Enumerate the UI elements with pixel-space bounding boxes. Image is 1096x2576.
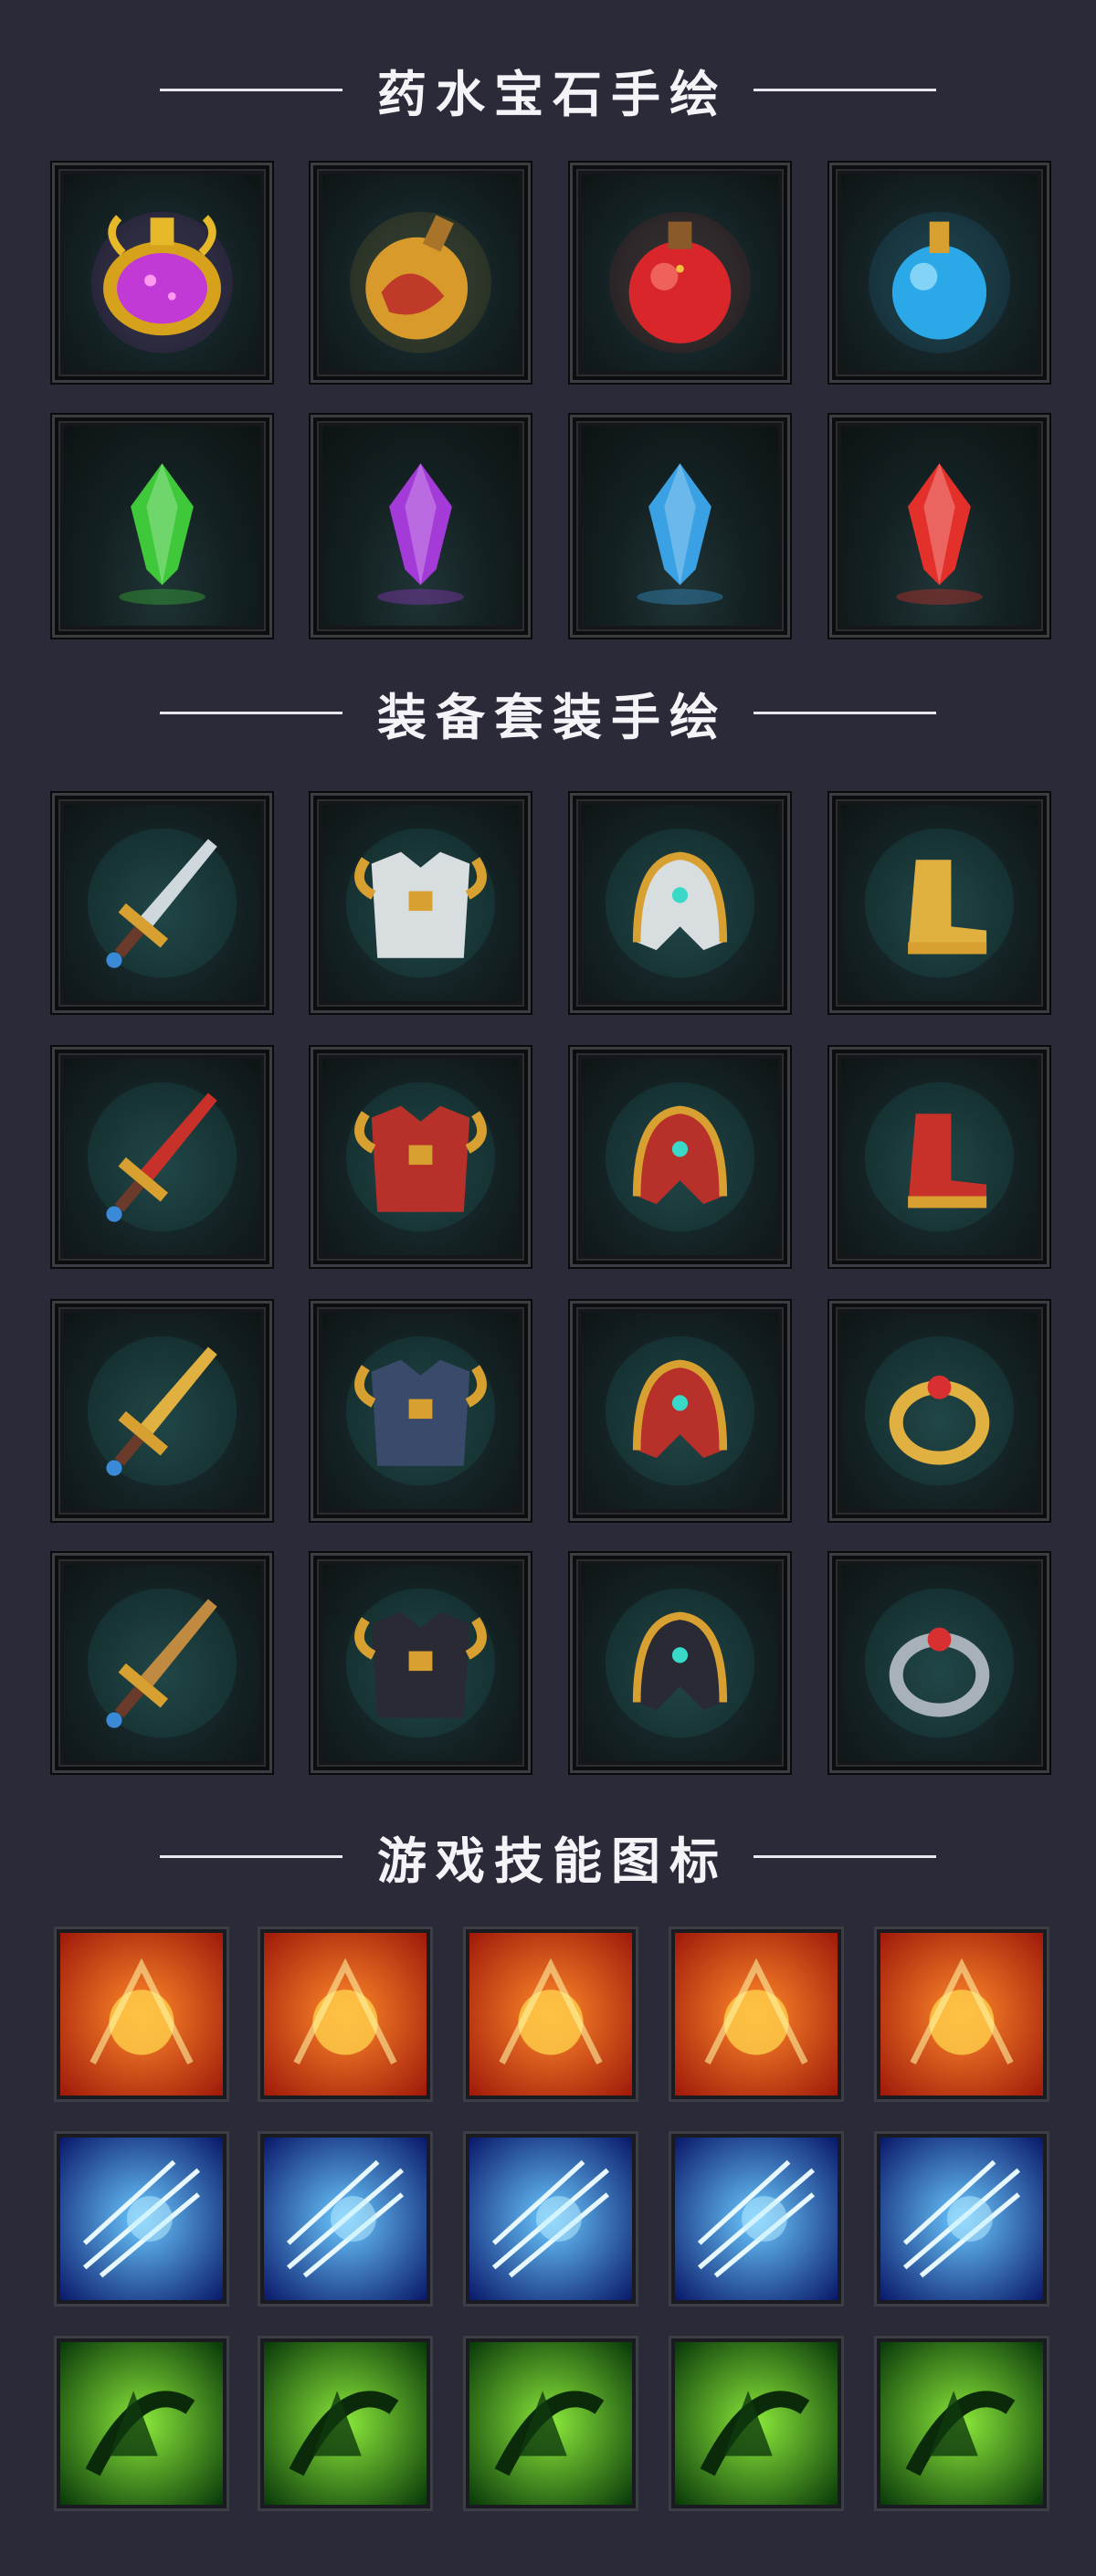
ice-arrows-icon[interactable]	[57, 2134, 227, 2304]
thorn-vine-icon[interactable]	[466, 2338, 636, 2508]
ice-blades-icon[interactable]	[466, 2134, 636, 2304]
section-title-skills: 游戏技能图标	[0, 1820, 1096, 1893]
steel-sword-icon	[64, 805, 260, 1001]
golden-sword-icon	[64, 1313, 260, 1509]
dark-chest-armor-icon	[322, 1565, 519, 1761]
red-crystal-icon	[841, 427, 1038, 626]
fire-strike-icon[interactable]	[57, 1929, 227, 2099]
blue-scale-armor-icon	[322, 1313, 519, 1509]
inventory-slot[interactable]	[52, 1553, 272, 1773]
title-line-left	[160, 88, 342, 91]
red-gold-helmet-icon	[582, 1059, 778, 1255]
inventory-slot[interactable]	[311, 1047, 531, 1267]
golden-ring-icon	[841, 1313, 1038, 1509]
inventory-slot[interactable]	[829, 1047, 1049, 1267]
horned-helmet-icon	[582, 1565, 778, 1761]
inventory-slot[interactable]	[311, 1553, 531, 1773]
section-title-potions-gems: 药水宝石手绘	[0, 53, 1096, 126]
red-gold-orb-potion-icon	[322, 174, 519, 371]
red-gold-chest-armor-icon	[322, 1059, 519, 1255]
inventory-slot[interactable]	[311, 163, 531, 383]
silver-ring-icon	[841, 1565, 1038, 1761]
blue-potion-flask-icon	[841, 174, 1038, 371]
vine-grab-icon[interactable]	[671, 2338, 841, 2508]
purple-crystal-icon	[322, 427, 519, 626]
title-line-right	[754, 1854, 936, 1858]
potion-gem-grid	[0, 0, 1096, 1]
section-title-equipment: 装备套装手绘	[0, 676, 1096, 749]
bronze-sword-icon	[64, 1565, 260, 1761]
silver-gold-chest-armor-icon	[322, 805, 519, 1001]
inventory-slot[interactable]	[52, 415, 272, 638]
inventory-slot[interactable]	[52, 793, 272, 1013]
inventory-slot[interactable]	[570, 163, 790, 383]
inventory-slot[interactable]	[311, 1301, 531, 1521]
golden-boots-icon	[841, 805, 1038, 1001]
title-line-right	[754, 711, 936, 714]
silver-gold-helmet-icon	[582, 805, 778, 1001]
page: 药水宝石手绘 装备套装手绘 游戏技能图标	[0, 0, 1096, 2576]
nature-boot-icon[interactable]	[877, 2338, 1047, 2508]
section-title-text: 游戏技能图标	[377, 1831, 728, 1890]
inventory-slot[interactable]	[570, 1301, 790, 1521]
inventory-slot[interactable]	[311, 793, 531, 1013]
inventory-slot[interactable]	[52, 1301, 272, 1521]
meteor-icon[interactable]	[260, 1929, 430, 2099]
lightning-icon[interactable]	[671, 2134, 841, 2304]
fire-eruption-icon[interactable]	[671, 1929, 841, 2099]
section-title-text: 药水宝石手绘	[377, 64, 728, 123]
inventory-slot[interactable]	[829, 1553, 1049, 1773]
ice-vortex-icon[interactable]	[260, 2134, 430, 2304]
inventory-slot[interactable]	[52, 1047, 272, 1267]
purple-gold-potion-icon	[64, 174, 260, 371]
title-line-left	[160, 1854, 342, 1858]
inventory-slot[interactable]	[829, 163, 1049, 383]
nature-dash-icon[interactable]	[57, 2338, 227, 2508]
inventory-slot[interactable]	[570, 1553, 790, 1773]
inventory-slot[interactable]	[829, 793, 1049, 1013]
ice-pillar-icon[interactable]	[877, 2134, 1047, 2304]
red-boots-icon	[841, 1059, 1038, 1255]
inventory-slot[interactable]	[829, 1301, 1049, 1521]
section-title-text: 装备套装手绘	[377, 687, 728, 746]
red-gold-sword-icon	[64, 1059, 260, 1255]
title-line-right	[754, 88, 936, 91]
nature-buff-icon[interactable]	[260, 2338, 430, 2508]
title-line-left	[160, 711, 342, 714]
fire-sword-explosion-icon[interactable]	[877, 1929, 1047, 2099]
red-potion-flask-icon	[582, 174, 778, 371]
inventory-slot[interactable]	[570, 415, 790, 638]
fire-demon-icon[interactable]	[466, 1929, 636, 2099]
inventory-slot[interactable]	[52, 163, 272, 383]
inventory-slot[interactable]	[570, 793, 790, 1013]
inventory-slot[interactable]	[829, 415, 1049, 638]
inventory-slot[interactable]	[311, 415, 531, 638]
blue-crystal-icon	[582, 427, 778, 626]
inventory-slot[interactable]	[570, 1047, 790, 1267]
feathered-helmet-icon	[582, 1313, 778, 1509]
green-crystal-icon	[64, 427, 260, 626]
